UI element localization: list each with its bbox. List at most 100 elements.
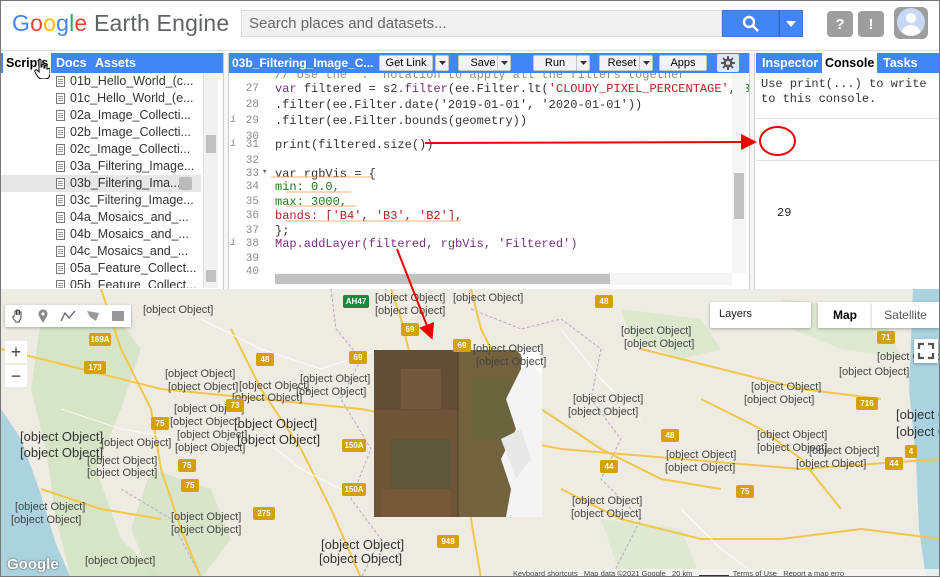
editor-vertical-scrollbar[interactable] bbox=[732, 73, 746, 273]
point-tool[interactable] bbox=[31, 306, 55, 326]
pan-tool[interactable] bbox=[6, 306, 30, 326]
script-item[interactable]: 05a_Feature_Collect... bbox=[1, 260, 201, 277]
map-label: [object Object] bbox=[453, 292, 524, 304]
scrollbar-thumb[interactable] bbox=[275, 274, 610, 284]
script-label: 04c_Mosaics_and_... bbox=[70, 244, 189, 258]
scrollbar-thumb[interactable] bbox=[206, 135, 216, 153]
terms-link[interactable]: Terms of Use bbox=[733, 569, 777, 576]
map-label: [object Object] bbox=[87, 455, 158, 467]
scripts-tree: 01b_Hello_World_(c... 01c_Hello_World_(e… bbox=[1, 73, 223, 288]
file-icon bbox=[56, 127, 65, 138]
fullscreen-button[interactable] bbox=[914, 339, 938, 363]
script-item[interactable]: 01b_Hello_World_(c... bbox=[1, 73, 201, 90]
tab-inspector[interactable]: Inspector bbox=[759, 53, 821, 73]
map-type-satellite-button[interactable]: Satellite bbox=[872, 302, 939, 328]
panel-resizer-right[interactable] bbox=[749, 53, 755, 289]
account-avatar[interactable] bbox=[894, 7, 928, 39]
zoom-out-button[interactable]: − bbox=[5, 365, 27, 387]
tab-console[interactable]: Console bbox=[822, 53, 878, 73]
search-input[interactable]: Search places and datasets... bbox=[241, 10, 722, 37]
marker-icon bbox=[38, 309, 48, 323]
map-label: [object Object] bbox=[171, 511, 242, 523]
map-scale: 20 km bbox=[672, 569, 693, 577]
avatar-icon bbox=[897, 8, 925, 36]
apps-button[interactable]: Apps bbox=[659, 55, 707, 71]
polyline-icon bbox=[60, 310, 76, 322]
file-icon bbox=[56, 110, 65, 121]
layers-control[interactable]: Layers bbox=[710, 302, 811, 328]
map-label: [object Object] bbox=[751, 381, 822, 393]
script-item[interactable]: 03a_Filtering_Image... bbox=[1, 158, 201, 175]
fullscreen-icon bbox=[917, 342, 935, 360]
search-button[interactable] bbox=[722, 10, 779, 37]
map-label: [object Object] bbox=[568, 406, 639, 418]
script-item[interactable]: 05b_Feature_Collect... bbox=[1, 277, 201, 288]
scrollbar-thumb-lower[interactable] bbox=[206, 270, 216, 282]
script-label: 05a_Feature_Collect... bbox=[70, 261, 197, 275]
script-label: 03c_Filtering_Image... bbox=[70, 193, 194, 207]
scripts-scrollbar[interactable] bbox=[203, 73, 218, 288]
map-view[interactable]: [object Object] [object Object] [object … bbox=[1, 289, 939, 577]
tab-docs[interactable]: Docs bbox=[53, 53, 90, 73]
reset-dropdown[interactable] bbox=[639, 55, 653, 71]
script-item-selected[interactable]: 03b_Filtering_Ima... bbox=[1, 175, 201, 192]
polygon-tool[interactable] bbox=[81, 306, 105, 326]
app-header: Google Earth Engine Search places and da… bbox=[1, 1, 939, 51]
file-icon bbox=[56, 195, 65, 206]
script-item[interactable]: 04b_Mosaics_and_... bbox=[1, 226, 201, 243]
script-item[interactable]: 02c_Image_Collecti... bbox=[1, 141, 201, 158]
scrollbar-thumb[interactable] bbox=[734, 173, 744, 219]
google-watermark: Google bbox=[7, 556, 59, 573]
console-output-value[interactable]: 29 bbox=[777, 206, 791, 220]
script-item[interactable]: 02b_Image_Collecti... bbox=[1, 124, 201, 141]
script-item[interactable]: 03c_Filtering_Image... bbox=[1, 192, 201, 209]
script-item[interactable]: 04c_Mosaics_and_... bbox=[1, 243, 201, 260]
chevron-down-icon bbox=[579, 61, 587, 65]
road-shield: 4 bbox=[905, 445, 917, 458]
console-panel: Use print(...) to write to this console.… bbox=[756, 73, 939, 288]
tab-assets[interactable]: Assets bbox=[92, 53, 139, 73]
help-button[interactable]: ? bbox=[827, 11, 853, 37]
google-earth-engine-logo[interactable]: Google Earth Engine bbox=[12, 10, 229, 37]
run-button[interactable]: Run bbox=[533, 55, 577, 71]
code-editor[interactable]: // Use the '.' notation to apply all the… bbox=[229, 73, 749, 288]
map-label: [object Object] bbox=[175, 442, 246, 454]
script-item[interactable]: 02a_Image_Collecti... bbox=[1, 107, 201, 124]
polygon-icon bbox=[87, 311, 99, 321]
feedback-button[interactable]: ! bbox=[858, 11, 884, 37]
settings-button[interactable] bbox=[717, 54, 739, 72]
map-type-map-button[interactable]: Map bbox=[818, 302, 872, 328]
map-label: [object Object] bbox=[300, 373, 371, 385]
report-error-link[interactable]: Report a map erro bbox=[783, 569, 844, 576]
console-divider bbox=[756, 160, 939, 161]
keyboard-shortcuts-link[interactable]: Keyboard shortcuts bbox=[513, 569, 578, 576]
rectangle-tool[interactable] bbox=[106, 306, 130, 326]
map-label: [object Object] bbox=[375, 292, 446, 304]
search-dropdown-button[interactable] bbox=[779, 10, 803, 37]
copy-script-icon[interactable] bbox=[179, 177, 192, 190]
road-shield: 69 bbox=[349, 351, 367, 364]
file-icon bbox=[56, 161, 65, 172]
gear-icon bbox=[721, 56, 735, 70]
script-item[interactable]: 01c_Hello_World_(e... bbox=[1, 90, 201, 107]
right-panel-tabs: Inspector Console Tasks bbox=[756, 53, 939, 73]
line-tool[interactable] bbox=[56, 306, 80, 326]
file-icon bbox=[56, 212, 65, 223]
road-shield: 150A bbox=[342, 483, 366, 496]
run-dropdown[interactable] bbox=[576, 55, 590, 71]
chevron-down-icon bbox=[642, 61, 650, 65]
map-label: [object Object] bbox=[573, 393, 644, 405]
feedback-icon: ! bbox=[868, 15, 874, 33]
script-title-tab[interactable]: 03b_Filtering_Image_C... bbox=[229, 53, 376, 73]
tab-tasks[interactable]: Tasks bbox=[880, 53, 921, 73]
map-label: [object Object] bbox=[624, 338, 695, 350]
get-link-dropdown[interactable] bbox=[435, 55, 449, 71]
get-link-button[interactable]: Get Link bbox=[379, 55, 433, 71]
script-item[interactable]: 04a_Mosaics_and_... bbox=[1, 209, 201, 226]
hand-icon bbox=[12, 309, 22, 323]
editor-horizontal-scrollbar[interactable] bbox=[275, 273, 732, 285]
zoom-in-button[interactable]: + bbox=[5, 341, 27, 363]
road-shield: 75 bbox=[736, 485, 754, 498]
save-dropdown[interactable] bbox=[497, 55, 511, 71]
road-shield: 48 bbox=[661, 429, 679, 442]
